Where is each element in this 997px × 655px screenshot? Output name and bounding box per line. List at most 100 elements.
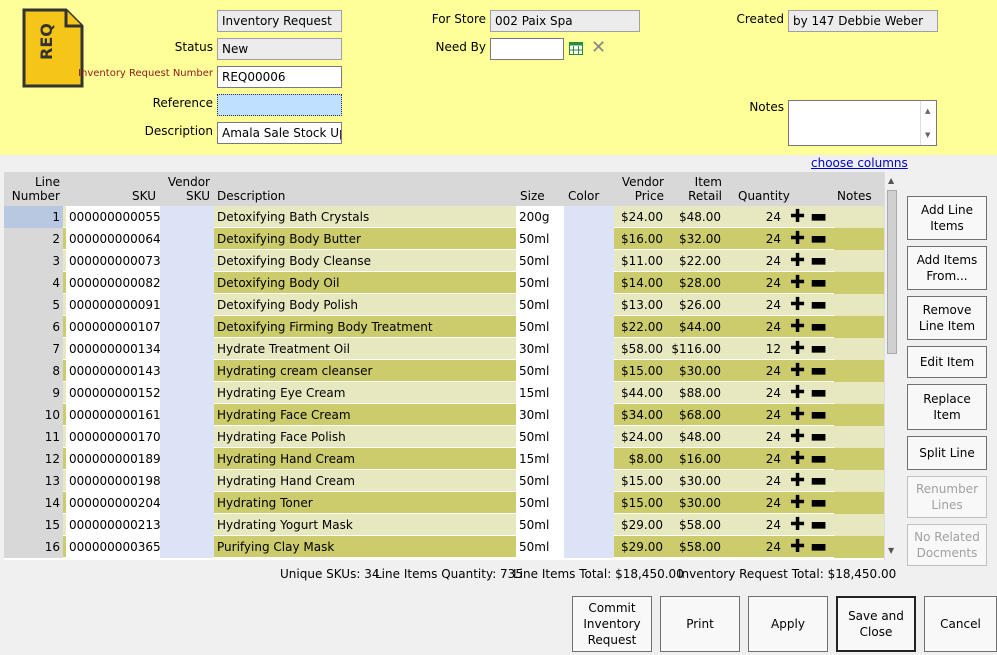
- sku-cell[interactable]: 000000000152: [66, 382, 160, 404]
- vendor-sku-cell[interactable]: [160, 316, 214, 338]
- notes-cell[interactable]: [834, 536, 884, 558]
- vendor-price-cell[interactable]: $34.00: [614, 404, 666, 426]
- description-cell[interactable]: Hydrating Hand Cream: [214, 448, 516, 470]
- quantity-cell[interactable]: 24: [724, 404, 784, 426]
- minus-icon[interactable]: ▬: [810, 384, 827, 402]
- sku-cell[interactable]: 000000000170: [66, 426, 160, 448]
- description-cell[interactable]: Detoxifying Body Oil: [214, 272, 516, 294]
- color-cell[interactable]: [564, 294, 614, 316]
- item-retail-cell[interactable]: $48.00: [666, 426, 724, 448]
- color-cell[interactable]: [564, 360, 614, 382]
- size-cell[interactable]: 50ml: [516, 316, 564, 338]
- description-field[interactable]: Amala Sale Stock Up: [217, 122, 342, 144]
- vendor-price-cell[interactable]: $24.00: [614, 426, 666, 448]
- table-row[interactable]: 9 000000000152 Hydrating Eye Cream 15ml $44.…: [4, 382, 884, 404]
- notes-cell[interactable]: [834, 206, 884, 228]
- color-cell[interactable]: [564, 272, 614, 294]
- col-size[interactable]: Size: [520, 189, 545, 203]
- item-retail-cell[interactable]: $30.00: [666, 360, 724, 382]
- quantity-cell[interactable]: 24: [724, 492, 784, 514]
- description-cell[interactable]: Hydrating Face Polish: [214, 426, 516, 448]
- vendor-sku-cell[interactable]: [160, 536, 214, 558]
- plus-icon[interactable]: ✚: [790, 428, 805, 446]
- size-cell[interactable]: 50ml: [516, 492, 564, 514]
- table-row[interactable]: 16 000000000365 Purifying Clay Mask 50ml $29…: [4, 536, 884, 558]
- sku-cell[interactable]: 000000000189: [66, 448, 160, 470]
- minus-icon[interactable]: ▬: [810, 318, 827, 336]
- plus-icon[interactable]: ✚: [790, 362, 805, 380]
- vendor-sku-cell[interactable]: [160, 360, 214, 382]
- size-cell[interactable]: 50ml: [516, 250, 564, 272]
- add-items-from-button[interactable]: Add Items From...: [907, 246, 987, 290]
- sku-cell[interactable]: 000000000204: [66, 492, 160, 514]
- minus-icon[interactable]: ▬: [810, 296, 827, 314]
- minus-icon[interactable]: ▬: [810, 208, 827, 226]
- col-vendor-sku[interactable]: Vendor SKU: [160, 175, 210, 203]
- table-row[interactable]: 14 000000000204 Hydrating Toner 50ml $15.00 $…: [4, 492, 884, 514]
- col-quantity[interactable]: Quantity: [738, 189, 790, 203]
- sku-cell[interactable]: 000000000143: [66, 360, 160, 382]
- size-cell[interactable]: 50ml: [516, 536, 564, 558]
- remove-line-item-button[interactable]: Remove Line Item: [907, 296, 987, 340]
- plus-icon[interactable]: ✚: [790, 318, 805, 336]
- commit-inventory-request-button[interactable]: Commit Inventory Request: [572, 596, 652, 652]
- table-row[interactable]: 4 000000000082 Detoxifying Body Oil 50ml $14…: [4, 272, 884, 294]
- notes-cell[interactable]: [834, 492, 884, 514]
- color-cell[interactable]: [564, 470, 614, 492]
- notes-scrollbar[interactable]: ▲ ▼: [920, 101, 936, 145]
- vendor-sku-cell[interactable]: [160, 338, 214, 360]
- sku-cell[interactable]: 000000000073: [66, 250, 160, 272]
- grid-vertical-scrollbar[interactable]: ▲ ▼: [884, 172, 898, 560]
- notes-cell[interactable]: [834, 316, 884, 338]
- minus-icon[interactable]: ▬: [810, 362, 827, 380]
- item-retail-cell[interactable]: $22.00: [666, 250, 724, 272]
- grid-scroll-thumb[interactable]: [887, 190, 897, 354]
- clear-date-icon[interactable]: ✕: [591, 39, 606, 57]
- minus-icon[interactable]: ▬: [810, 274, 827, 292]
- description-cell[interactable]: Hydrating Eye Cream: [214, 382, 516, 404]
- description-cell[interactable]: Hydrating Hand Cream: [214, 470, 516, 492]
- vendor-price-cell[interactable]: $44.00: [614, 382, 666, 404]
- item-retail-cell[interactable]: $32.00: [666, 228, 724, 250]
- color-cell[interactable]: [564, 382, 614, 404]
- col-notes[interactable]: Notes: [837, 189, 872, 203]
- plus-icon[interactable]: ✚: [790, 296, 805, 314]
- col-sku[interactable]: SKU: [66, 189, 156, 203]
- quantity-cell[interactable]: 24: [724, 294, 784, 316]
- notes-cell[interactable]: [834, 514, 884, 536]
- sku-cell[interactable]: 000000000055: [66, 206, 160, 228]
- size-cell[interactable]: 200g: [516, 206, 564, 228]
- related-documents-button[interactable]: No Related Docments: [907, 524, 987, 566]
- for-store-field[interactable]: 002 Paix Spa: [490, 10, 640, 32]
- minus-icon[interactable]: ▬: [810, 494, 827, 512]
- grid-scroll-down-icon[interactable]: ▼: [888, 546, 894, 555]
- quantity-cell[interactable]: 24: [724, 448, 784, 470]
- item-retail-cell[interactable]: $16.00: [666, 448, 724, 470]
- vendor-sku-cell[interactable]: [160, 228, 214, 250]
- calendar-icon[interactable]: [569, 42, 583, 55]
- quantity-cell[interactable]: 24: [724, 514, 784, 536]
- minus-icon[interactable]: ▬: [810, 538, 827, 556]
- color-cell[interactable]: [564, 206, 614, 228]
- description-cell[interactable]: Detoxifying Bath Crystals: [214, 206, 516, 228]
- table-row[interactable]: 1 000000000055 Detoxifying Bath Crystals 20…: [4, 206, 884, 228]
- edit-item-button[interactable]: Edit Item: [907, 346, 987, 378]
- minus-icon[interactable]: ▬: [810, 516, 827, 534]
- table-row[interactable]: 5 000000000091 Detoxifying Body Polish 50ml…: [4, 294, 884, 316]
- sku-cell[interactable]: 000000000134: [66, 338, 160, 360]
- color-cell[interactable]: [564, 514, 614, 536]
- size-cell[interactable]: 50ml: [516, 228, 564, 250]
- color-cell[interactable]: [564, 492, 614, 514]
- vendor-price-cell[interactable]: $15.00: [614, 470, 666, 492]
- minus-icon[interactable]: ▬: [810, 472, 827, 490]
- item-retail-cell[interactable]: $88.00: [666, 382, 724, 404]
- table-row[interactable]: 12 000000000189 Hydrating Hand Cream 15ml $8…: [4, 448, 884, 470]
- minus-icon[interactable]: ▬: [810, 406, 827, 424]
- notes-cell[interactable]: [834, 228, 884, 250]
- replace-item-button[interactable]: Replace Item: [907, 384, 987, 430]
- quantity-cell[interactable]: 24: [724, 360, 784, 382]
- col-item-retail[interactable]: Item Retail: [666, 175, 722, 203]
- vendor-sku-cell[interactable]: [160, 492, 214, 514]
- vendor-price-cell[interactable]: $29.00: [614, 514, 666, 536]
- item-retail-cell[interactable]: $48.00: [666, 206, 724, 228]
